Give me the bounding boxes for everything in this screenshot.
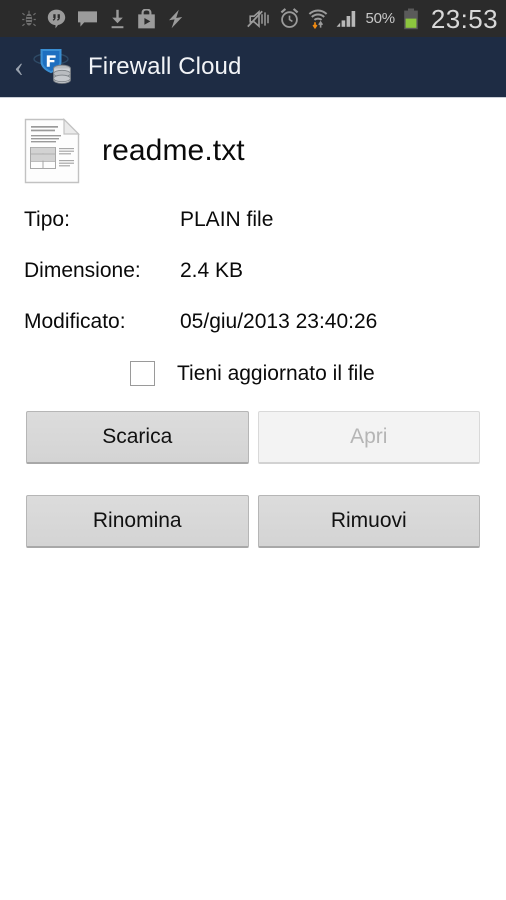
status-icons-left [22,8,184,29]
action-buttons: Scarica Apri Rinomina Rimuovi [0,386,506,548]
app-title: Firewall Cloud [88,53,242,80]
hangouts-icon [47,9,66,28]
alarm-icon [281,8,299,28]
status-bar: 50% 23:53 [0,0,506,37]
mute-icon [247,9,270,28]
signal-icon [337,11,356,27]
download-icon [111,9,124,28]
button-row-1: Scarica Apri [26,411,480,464]
button-row-2: Rinomina Rimuovi [26,495,480,548]
file-header: readme.txt [0,98,506,186]
detail-label: Dimensione: [24,259,141,282]
keep-updated-row[interactable]: Tieni aggiornato il file [0,361,506,386]
file-details: Tipo: PLAIN file Dimensione: 2.4 KB Modi… [0,186,506,334]
lightning-icon [169,9,183,28]
message-icon [78,10,97,27]
detail-row-modificato: Modificato: 05/giu/2013 23:40:26 [24,310,506,334]
file-name: readme.txt [102,134,245,167]
keep-updated-label: Tieni aggiornato il file [177,361,375,385]
detail-value: 2.4 KB [180,259,244,282]
back-button[interactable]: ‹ [8,52,30,82]
detail-value: PLAIN file [180,208,274,231]
keep-updated-checkbox[interactable] [130,361,155,386]
status-icons-right: 50% 23:53 [247,6,498,32]
rename-button[interactable]: Rinomina [26,495,249,548]
detail-value: 05/giu/2013 23:40:26 [180,310,378,333]
battery-icon [404,8,418,29]
play-store-icon [138,8,155,28]
battery-percent-label: 50% [365,10,395,27]
download-button[interactable]: Scarica [26,411,249,464]
status-bar-clock: 23:53 [430,3,498,34]
detail-label: Tipo: [24,208,70,231]
open-button: Apri [257,411,480,464]
action-bar: ‹ Firewall Cloud [0,37,506,98]
bug-icon [22,10,36,26]
wifi-icon [309,9,328,29]
detail-label: Modificato: [24,310,126,333]
plain-file-icon [24,118,80,184]
detail-row-dimensione: Dimensione: 2.4 KB [24,259,506,283]
remove-button[interactable]: Rimuovi [257,495,480,548]
detail-row-tipo: Tipo: PLAIN file [24,208,506,232]
firewall-cloud-icon [32,46,78,88]
